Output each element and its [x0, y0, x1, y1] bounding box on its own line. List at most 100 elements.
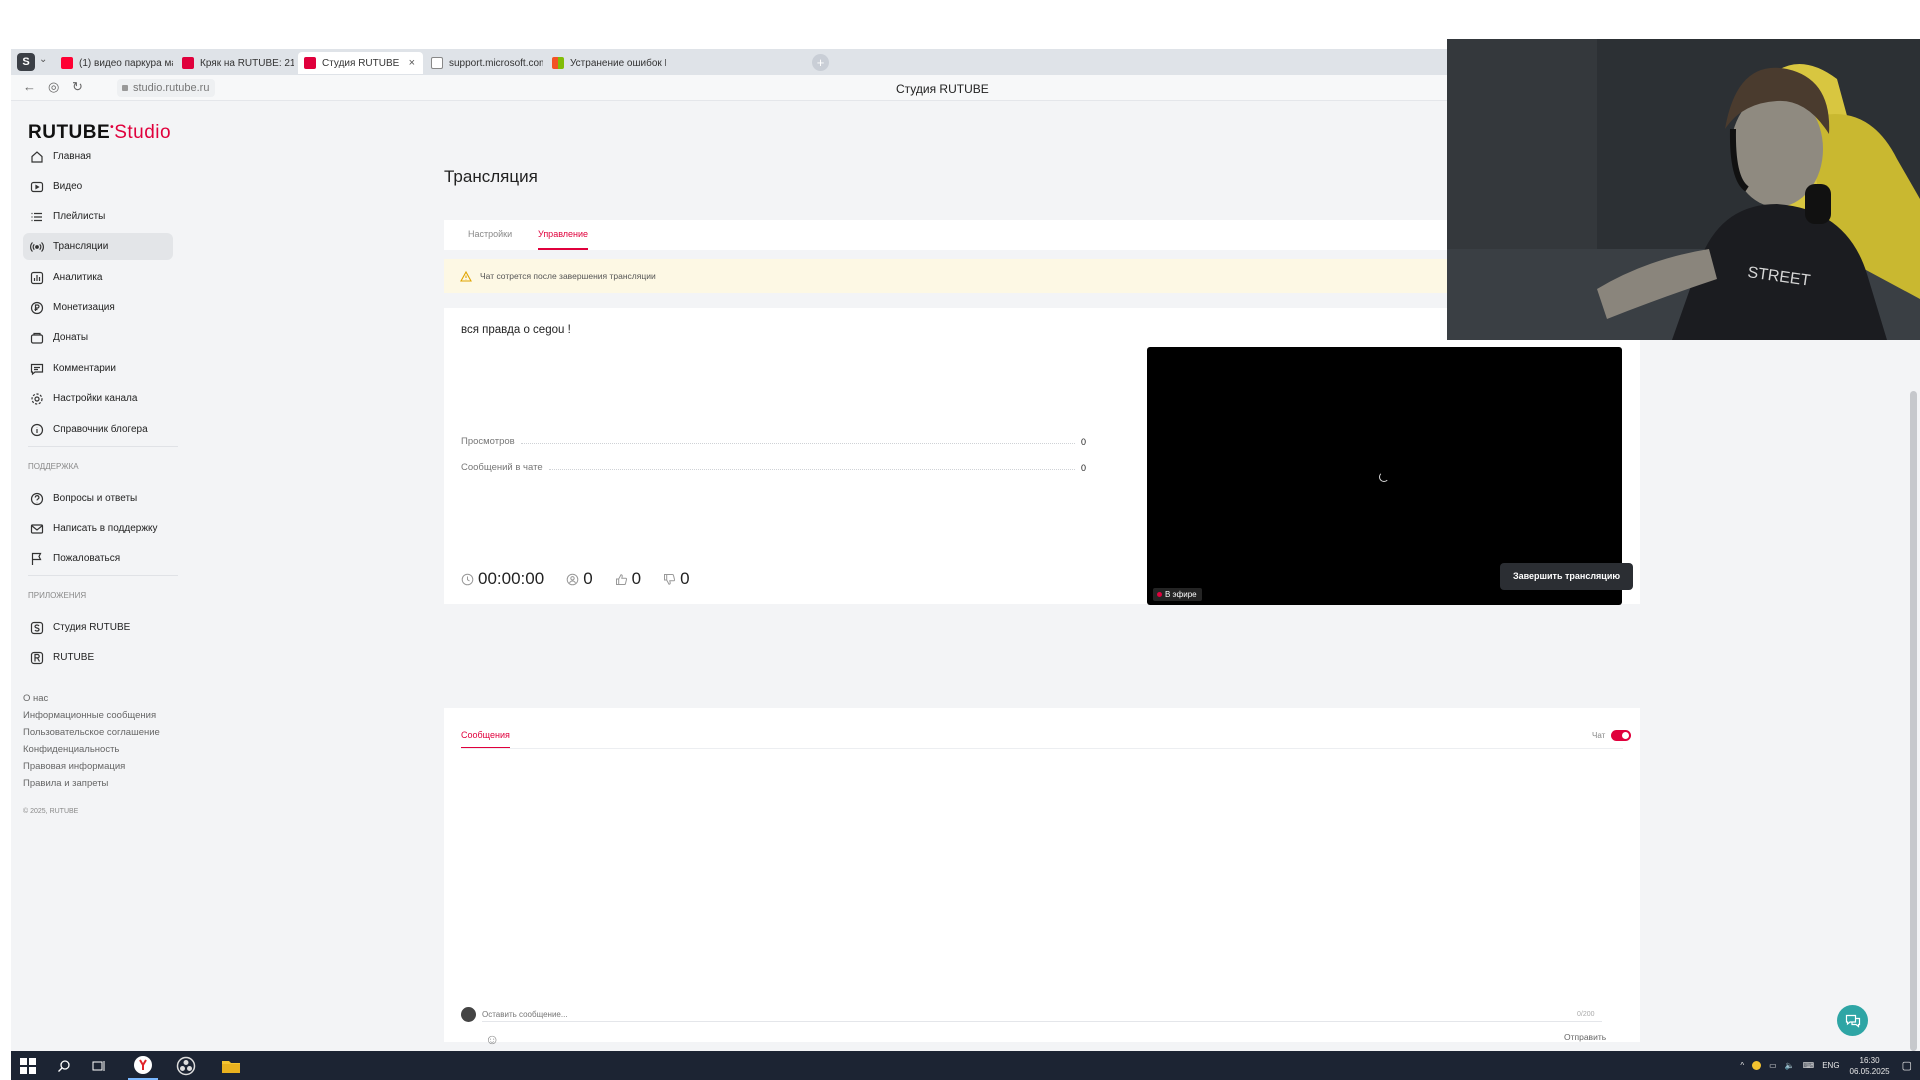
sidebar-item-video[interactable]: Видео: [23, 173, 173, 200]
support-chat-button[interactable]: [1837, 1005, 1868, 1036]
footer-link-privacy[interactable]: Конфиденциальность: [23, 744, 119, 755]
browser-tab-label: support.microsoft.com/ru: [449, 57, 543, 69]
browser-tab-label: (1) видео паркура майнк: [79, 57, 173, 69]
url-field[interactable]: studio.rutube.ru: [117, 79, 216, 97]
sidebar-item-label: Настройки канала: [53, 393, 138, 404]
broadcast-icon: [29, 239, 45, 255]
chat-bubble-icon: [1845, 1014, 1860, 1028]
loading-spinner-icon: [1379, 472, 1389, 482]
sidebar-item-label: Студия RUTUBE: [53, 622, 131, 633]
apps-section-title: ПРИЛОЖЕНИЯ: [28, 591, 87, 600]
footer-link-user-agreement[interactable]: Пользовательское соглашение: [23, 727, 160, 738]
chat-toggle-label: Чат: [1592, 731, 1606, 740]
task-view-icon[interactable]: [84, 1051, 114, 1080]
sidebar-item-label: Справочник блогера: [53, 424, 148, 435]
sidebar-item-rutube-app[interactable]: RUTUBE: [23, 644, 173, 671]
browser-tab[interactable]: Устранение ошибок Мед: [546, 52, 666, 74]
sidebar-item-label: Аналитика: [53, 272, 103, 283]
sidebar-item-label: Монетизация: [53, 302, 115, 313]
browser-tab[interactable]: Кряк на RUTUBE: 21 виде: [176, 52, 294, 74]
sidebar-item-channel-settings[interactable]: Настройки канала: [23, 385, 173, 412]
stat-dots: [520, 443, 1075, 444]
keyboard-icon[interactable]: ⌨: [1803, 1061, 1815, 1070]
sidebar-item-blogger-guide[interactable]: Справочник блогера: [23, 416, 173, 443]
system-tray: ^ ▭ 🔈 ⌨ ENG 16:30 06.05.2025 ▢: [1740, 1051, 1912, 1080]
sidebar-item-label: Написать в поддержку: [53, 523, 158, 534]
stat-value: 0: [1080, 463, 1086, 473]
tray-app-icon[interactable]: [1752, 1061, 1762, 1070]
footer-link-about[interactable]: О нас: [23, 693, 48, 704]
browser-profile-button[interactable]: S: [17, 53, 35, 71]
sidebar-item-comments[interactable]: Комментарии: [23, 355, 173, 382]
document-favicon-icon: [431, 57, 443, 69]
sidebar-item-studio-app[interactable]: Студия RUTUBE: [23, 614, 173, 641]
language-indicator[interactable]: ENG: [1822, 1061, 1839, 1070]
sidebar-item-contact-support[interactable]: Написать в поддержку: [23, 515, 173, 542]
windows-start-icon[interactable]: [13, 1051, 43, 1080]
scrollbar-thumb[interactable]: [1910, 391, 1917, 1051]
sidebar-item-monetization[interactable]: Монетизация: [23, 294, 173, 321]
stat-label: Сообщений в чате: [461, 462, 543, 473]
clock-date: 06.05.2025: [1849, 1066, 1890, 1076]
tab-settings[interactable]: Настройки: [468, 229, 512, 239]
sidebar-item-label: Трансляции: [53, 241, 109, 252]
site-info-icon[interactable]: ◎: [48, 79, 59, 95]
monetization-icon: [29, 300, 45, 316]
browser-tab[interactable]: support.microsoft.com/ru: [425, 52, 543, 74]
rutube-app-icon: [29, 650, 45, 666]
gear-icon: [29, 391, 45, 407]
home-icon: [29, 149, 45, 165]
network-icon[interactable]: ▭: [1769, 1061, 1777, 1070]
info-icon: [29, 422, 45, 438]
chat-toggle[interactable]: [1611, 730, 1631, 741]
footer-link-legal[interactable]: Правовая информация: [23, 761, 125, 772]
chat-divider: [461, 748, 1623, 749]
tab-list-chevron-icon[interactable]: ⌄: [39, 54, 47, 65]
new-tab-button[interactable]: +: [812, 54, 829, 71]
rutube-studio-logo[interactable]: RUTUBE•Studio: [28, 122, 171, 144]
chat-message-input[interactable]: [482, 1008, 1602, 1022]
video-icon: [29, 179, 45, 195]
browser-tab-active[interactable]: Студия RUTUBE ×: [298, 52, 423, 74]
likes-count: 0: [631, 569, 642, 588]
taskbar-search-icon[interactable]: [49, 1051, 79, 1080]
send-button[interactable]: Отправить: [1564, 1032, 1606, 1042]
end-stream-button[interactable]: Завершить трансляцию: [1500, 563, 1633, 590]
taskbar-clock[interactable]: 16:30 06.05.2025: [1850, 1055, 1890, 1077]
footer-link-rules[interactable]: Правила и запреты: [23, 778, 108, 789]
sidebar-item-playlists[interactable]: Плейлисты: [23, 203, 173, 230]
sidebar-item-label: Комментарии: [53, 363, 116, 374]
copyright: © 2025, RUTUBE: [23, 808, 79, 815]
file-explorer-app-icon[interactable]: [216, 1051, 246, 1080]
back-arrow-icon[interactable]: ←: [23, 79, 36, 94]
stream-counters: 00:00:00 0 0 0: [461, 569, 712, 589]
sidebar-item-donations[interactable]: Донаты: [23, 324, 173, 351]
browser-tab[interactable]: (1) видео паркура майнк: [55, 52, 173, 74]
tab-management[interactable]: Управление: [538, 229, 589, 250]
dislikes-counter: 0: [663, 569, 690, 589]
tab-messages[interactable]: Сообщения: [461, 730, 510, 749]
question-icon: [29, 491, 45, 507]
yandex-browser-app-icon[interactable]: [128, 1051, 158, 1080]
tray-overflow-chevron-icon[interactable]: ^: [1740, 1061, 1744, 1070]
webcam-person-image: STREEТ: [1447, 39, 1920, 340]
close-tab-icon[interactable]: ×: [409, 57, 415, 69]
stream-title: вся правда о cegou !: [461, 324, 571, 336]
emoji-icon[interactable]: ☺: [485, 1031, 499, 1047]
reload-icon[interactable]: ↻: [72, 79, 83, 95]
timer-counter: 00:00:00: [461, 569, 544, 589]
sidebar-item-broadcasts[interactable]: Трансляции: [23, 233, 173, 260]
footer-link-info-messages[interactable]: Информационные сообщения: [23, 710, 156, 721]
sidebar-item-report[interactable]: Пожаловаться: [23, 545, 173, 572]
youtube-favicon-icon: [61, 57, 73, 69]
sidebar-item-home[interactable]: Главная: [23, 143, 173, 170]
sidebar-item-analytics[interactable]: Аналитика: [23, 264, 173, 291]
volume-icon[interactable]: 🔈: [1785, 1061, 1795, 1070]
comments-icon: [29, 361, 45, 377]
sidebar-item-label: Вопросы и ответы: [53, 493, 138, 504]
obs-app-icon[interactable]: [171, 1051, 201, 1080]
notifications-icon[interactable]: ▢: [1902, 1059, 1912, 1072]
sidebar-item-label: RUTUBE: [53, 652, 95, 663]
sidebar-item-faq[interactable]: Вопросы и ответы: [23, 485, 173, 512]
logo-main: RUTUBE: [28, 122, 111, 143]
